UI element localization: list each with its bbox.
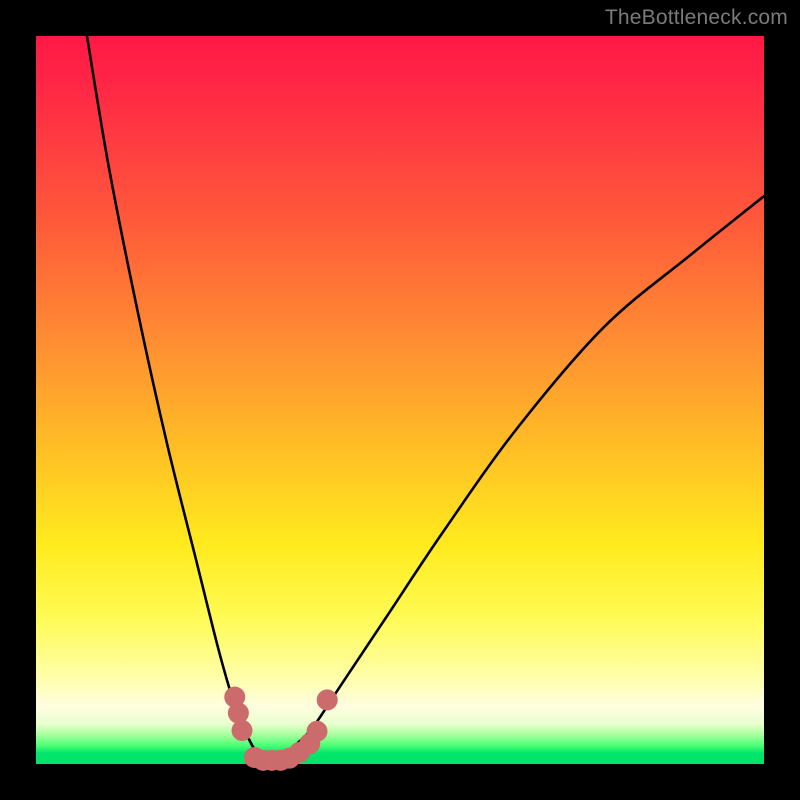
watermark-text: TheBottleneck.com [605,6,788,30]
highlight-dot [307,721,328,742]
bottleneck-curve [87,36,764,764]
highlight-dots [224,687,337,771]
highlight-dot [228,703,249,724]
curve-layer [36,36,764,764]
plot-area [36,36,764,764]
chart-frame: TheBottleneck.com [0,0,800,800]
highlight-dot [317,689,338,710]
highlight-dot [232,720,253,741]
